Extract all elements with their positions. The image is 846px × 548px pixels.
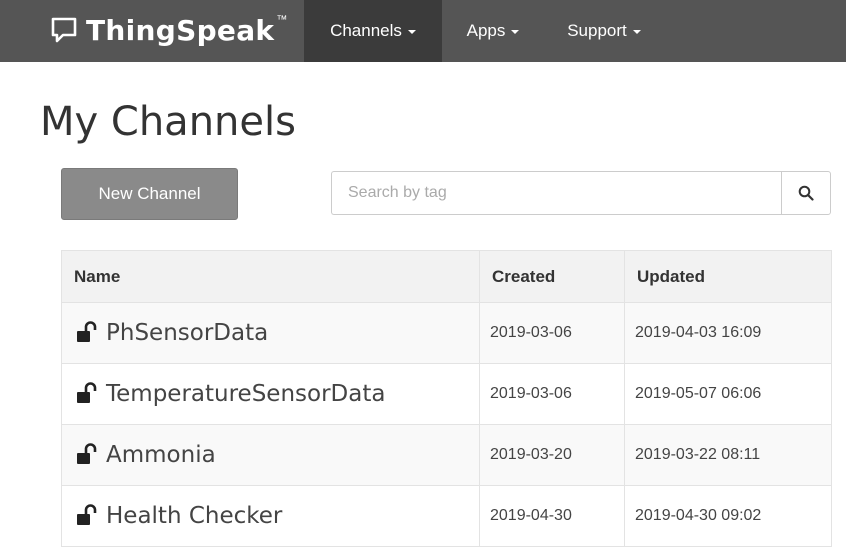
updated-cell: 2019-05-07 06:06 [624, 363, 832, 425]
channels-table: Name Created Updated PhSensorData 2019-0… [61, 250, 832, 547]
table-row: TemperatureSensorData 2019-03-06 2019-05… [61, 363, 832, 425]
channel-link[interactable]: PhSensorData [106, 320, 268, 346]
brand-logo[interactable]: ThingSpeak ™ [50, 10, 287, 50]
header-created[interactable]: Created [479, 250, 625, 303]
chevron-down-icon [407, 30, 416, 34]
header-name[interactable]: Name [61, 250, 480, 303]
unlock-icon [77, 442, 97, 464]
unlock-icon [77, 320, 97, 342]
channel-name-cell: TemperatureSensorData [61, 363, 480, 425]
updated-cell: 2019-03-22 08:11 [624, 424, 832, 486]
chevron-down-icon [632, 30, 641, 34]
table-header-row: Name Created Updated [61, 250, 832, 303]
channel-name-cell: PhSensorData [61, 302, 480, 364]
search-button[interactable] [781, 171, 831, 215]
created-cell: 2019-03-20 [479, 424, 625, 486]
channel-name-cell: Health Checker [61, 485, 480, 547]
top-navbar: ThingSpeak ™ Channels Apps Support [0, 0, 846, 62]
created-cell: 2019-04-30 [479, 485, 625, 547]
created-cell: 2019-03-06 [479, 302, 625, 364]
channel-link[interactable]: Health Checker [106, 503, 282, 529]
channel-name-cell: Ammonia [61, 424, 480, 486]
table-row: Ammonia 2019-03-20 2019-03-22 08:11 [61, 424, 832, 486]
nav-support-menu[interactable]: Support [546, 0, 662, 62]
nav-apps-label: Apps [466, 21, 506, 40]
table-row: PhSensorData 2019-03-06 2019-04-03 16:09 [61, 302, 832, 364]
channel-link[interactable]: Ammonia [106, 442, 216, 468]
chevron-down-icon [511, 30, 520, 34]
page-title: My Channels [40, 99, 296, 145]
search-icon [798, 185, 814, 201]
table-row: Health Checker 2019-04-30 2019-04-30 09:… [61, 485, 832, 547]
header-updated[interactable]: Updated [624, 250, 832, 303]
nav-apps-menu[interactable]: Apps [448, 0, 538, 62]
tag-search [331, 171, 831, 215]
new-channel-button[interactable]: New Channel [61, 168, 238, 220]
nav-support-label: Support [567, 21, 627, 40]
speech-bubble-icon [51, 17, 77, 43]
brand-name: ThingSpeak [86, 13, 275, 47]
unlock-icon [77, 503, 97, 525]
trademark-symbol: ™ [276, 14, 288, 26]
updated-cell: 2019-04-30 09:02 [624, 485, 832, 547]
nav-channels-menu[interactable]: Channels [304, 0, 442, 62]
unlock-icon [77, 381, 97, 403]
created-cell: 2019-03-06 [479, 363, 625, 425]
updated-cell: 2019-04-03 16:09 [624, 302, 832, 364]
channel-link[interactable]: TemperatureSensorData [106, 381, 385, 407]
nav-channels-label: Channels [330, 21, 402, 40]
search-input[interactable] [331, 171, 781, 215]
